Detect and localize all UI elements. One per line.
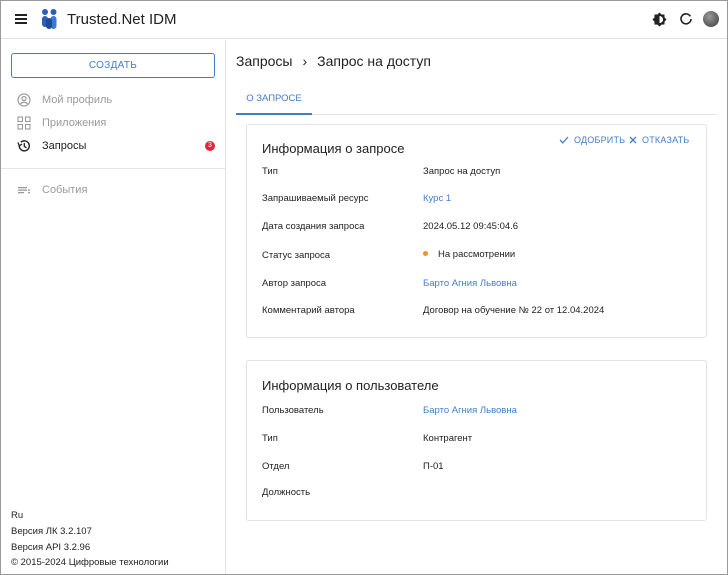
user-link[interactable]: Барто Агния Львовна <box>423 405 517 416</box>
row-value: Запрос на доступ <box>423 166 501 177</box>
copyright: © 2015-2024 Цифровые технологии <box>11 557 169 568</box>
sidebar-item-apps[interactable]: Приложения <box>17 114 106 132</box>
approve-button[interactable]: ОДОБРИТЬ <box>559 135 625 145</box>
lk-version: Версия ЛК 3.2.107 <box>11 526 92 537</box>
row-value: П-01 <box>423 461 444 472</box>
tab-active-indicator <box>236 113 312 115</box>
row-label: Пользователь <box>262 405 324 416</box>
breadcrumb: Запросы › Запрос на доступ <box>236 53 431 69</box>
reject-button[interactable]: ОТКАЗАТЬ <box>629 135 689 145</box>
history-icon <box>17 140 30 152</box>
tab-about-request[interactable]: О ЗАПРОСЕ <box>236 85 312 115</box>
row-value: Контрагент <box>423 433 473 444</box>
events-list-icon <box>18 187 30 194</box>
row-label: Комментарий автора <box>262 305 355 316</box>
breadcrumb-separator-icon: › <box>302 53 308 69</box>
row-label: Тип <box>262 166 278 177</box>
requests-count-badge: 3 <box>205 141 215 151</box>
row-value: 2024.05.12 09:45:04.6 <box>423 221 519 232</box>
menu-icon[interactable] <box>15 14 27 24</box>
account-circle-icon <box>17 93 31 107</box>
create-button[interactable]: СОЗДАТЬ <box>11 53 215 78</box>
row-value: Договор на обучение № 22 от 12.04.2024 <box>423 305 605 316</box>
sidebar: СОЗДАТЬ Мой профиль Приложения Запросы 3… <box>1 40 226 574</box>
api-version: Версия API 3.2.96 <box>11 542 91 553</box>
user-avatar[interactable] <box>703 11 719 27</box>
reject-label: ОТКАЗАТЬ <box>642 135 690 145</box>
status-value: На рассмотрении <box>423 249 515 260</box>
status-dot-icon <box>423 250 428 256</box>
row-label: Статус запроса <box>262 250 331 261</box>
sidebar-item-label: Приложения <box>42 117 107 129</box>
sidebar-item-label: Мой профиль <box>42 94 113 106</box>
check-icon <box>559 136 569 144</box>
apps-grid-icon <box>17 116 31 130</box>
app-title: Trusted.Net IDM <box>67 11 177 28</box>
refresh-icon[interactable] <box>679 12 693 26</box>
breadcrumb-current: Запрос на доступ <box>317 53 431 69</box>
app-window: Trusted.Net IDM СОЗДАТЬ Мой профиль Прил… <box>0 0 728 575</box>
sidebar-item-my-profile[interactable]: Мой профиль <box>17 91 112 109</box>
sidebar-item-events[interactable]: События <box>17 181 87 199</box>
top-bar: Trusted.Net IDM <box>1 1 727 39</box>
theme-toggle-icon[interactable] <box>652 12 667 27</box>
sidebar-item-label: Запросы <box>42 140 87 152</box>
approve-label: ОДОБРИТЬ <box>574 135 626 145</box>
close-icon <box>629 136 637 144</box>
breadcrumb-requests[interactable]: Запросы <box>236 53 292 69</box>
row-label: Автор запроса <box>262 278 327 289</box>
sidebar-item-label: События <box>42 184 88 196</box>
card-title: Информация о пользователе <box>262 378 439 393</box>
row-label: Дата создания запроса <box>262 221 365 232</box>
row-label: Должность <box>262 487 311 498</box>
user-info-card: Информация о пользователе Пользователь Б… <box>246 360 707 521</box>
row-label: Отдел <box>262 461 290 472</box>
sidebar-item-requests[interactable]: Запросы <box>17 137 86 155</box>
card-title: Информация о запросе <box>262 141 405 156</box>
status-text: На рассмотрении <box>438 249 516 260</box>
row-label: Тип <box>262 433 278 444</box>
language-selector[interactable]: Ru <box>11 510 23 521</box>
resource-link[interactable]: Курс 1 <box>423 193 451 204</box>
row-label: Запрашиваемый ресурс <box>262 193 369 204</box>
app-logo-icon <box>42 9 57 29</box>
author-link[interactable]: Барто Агния Львовна <box>423 278 517 289</box>
sidebar-divider <box>1 168 226 169</box>
request-info-card: Информация о запросе Тип Запрос на досту… <box>246 124 707 338</box>
